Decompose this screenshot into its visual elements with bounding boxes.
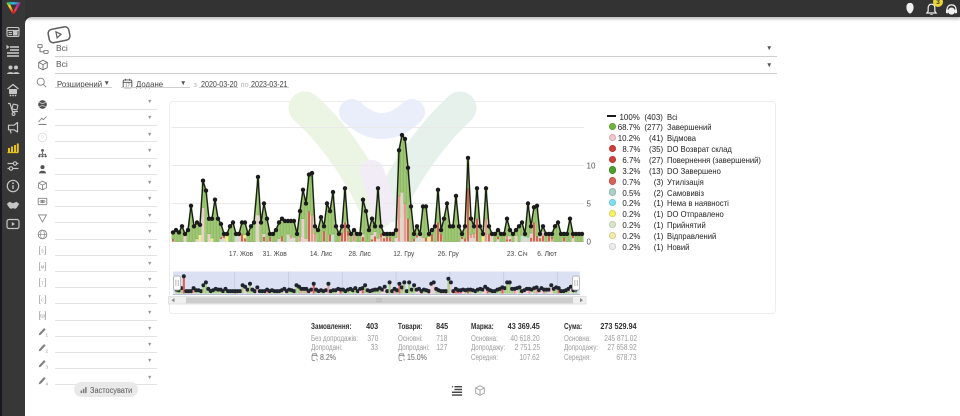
svg-text:17. Жов: 17. Жов (229, 251, 253, 258)
svg-text:%: % (316, 357, 318, 360)
svg-text:26. Гру: 26. Гру (438, 251, 460, 258)
svg-text:28. Лис: 28. Лис (349, 251, 372, 258)
svg-text:23. Січ: 23. Січ (507, 250, 528, 258)
svg-text:6. Лют: 6. Лют (537, 251, 557, 258)
svg-text:5: 5 (587, 200, 592, 209)
svg-text:12. Гру: 12. Гру (393, 251, 415, 258)
svg-text:14. Лис: 14. Лис (310, 251, 333, 258)
svg-text:%: % (403, 357, 405, 360)
svg-text:10: 10 (587, 162, 596, 171)
svg-text:31. Жов: 31. Жов (263, 251, 287, 258)
svg-text:0: 0 (587, 238, 592, 247)
